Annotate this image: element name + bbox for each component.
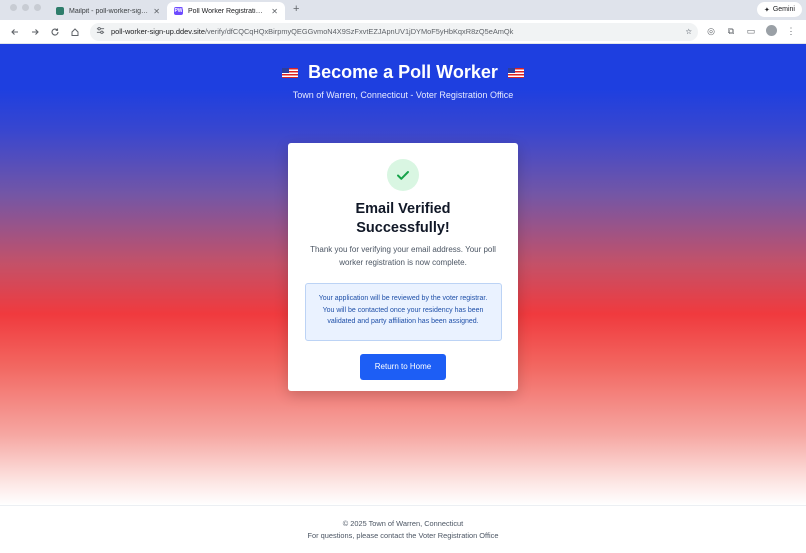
verification-card: Email Verified Successfully! Thank you f…	[288, 143, 518, 391]
url-host: poll-worker-sign-up.ddev.site	[111, 27, 205, 36]
return-home-button[interactable]: Return to Home	[360, 354, 446, 380]
reload-icon[interactable]	[46, 23, 64, 41]
page-title: Become a Poll Worker	[308, 62, 498, 82]
tab-title: Poll Worker Registration - Wa	[188, 7, 266, 15]
site-settings-icon[interactable]	[96, 26, 105, 37]
browser-tab-strip: Mailpit - poll-worker-sign-up ✕ PW Poll …	[0, 0, 806, 20]
lens-icon[interactable]: ◎	[704, 26, 718, 37]
card-title: Email Verified Successfully!	[355, 201, 451, 236]
footer-copyright: © 2025 Town of Warren, Connecticut	[342, 519, 464, 528]
page-footer: © 2025 Town of Warren, Connecticut For q…	[0, 505, 806, 553]
page-content: Become a Poll Worker Town of Warren, Con…	[0, 44, 806, 553]
bookmark-star-icon[interactable]: ☆	[685, 27, 692, 36]
review-info-box: Your application will be reviewed by the…	[304, 283, 502, 341]
profile-avatar[interactable]	[764, 25, 778, 38]
address-bar[interactable]: poll-worker-sign-up.ddev.site/verify/dfC…	[90, 22, 698, 41]
footer-contact: For questions, please contact the Voter …	[307, 531, 499, 540]
success-checkmark-icon	[387, 159, 419, 191]
browser-toolbar: poll-worker-sign-up.ddev.site/verify/dfC…	[0, 20, 806, 44]
hero-heading: Become a Poll Worker	[0, 62, 806, 83]
url-path: /verify/dfCQCqHQxBirpmyQEGGvmoN4X9SzFxvt…	[204, 27, 514, 36]
forward-icon[interactable]	[26, 23, 44, 41]
tab-mailpit[interactable]: Mailpit - poll-worker-sign-up ✕	[49, 2, 167, 20]
side-panel-icon[interactable]: ▭	[744, 26, 758, 37]
close-tab-icon[interactable]: ✕	[153, 7, 160, 16]
us-flag-icon	[282, 67, 299, 78]
minimize-window-icon[interactable]	[22, 3, 29, 11]
close-window-icon[interactable]	[10, 3, 17, 11]
card-message: Thank you for verifying your email addre…	[310, 245, 496, 267]
more-menu-icon[interactable]: ⋮	[784, 26, 798, 37]
page-subtitle: Town of Warren, Connecticut - Voter Regi…	[292, 90, 514, 100]
back-icon[interactable]	[6, 23, 24, 41]
gemini-button[interactable]: ✦ Gemini	[756, 2, 802, 17]
sparkle-icon: ✦	[763, 6, 770, 14]
url-text[interactable]: poll-worker-sign-up.ddev.site/verify/dfC…	[111, 27, 679, 36]
maximize-window-icon[interactable]	[34, 3, 41, 11]
us-flag-icon	[507, 67, 524, 78]
tab-poll-worker-registration[interactable]: PW Poll Worker Registration - Wa ✕	[167, 2, 285, 20]
extensions-icon[interactable]: ⧉	[724, 26, 738, 37]
close-tab-icon[interactable]: ✕	[271, 7, 278, 16]
site-favicon-icon: PW	[174, 7, 183, 15]
new-tab-button[interactable]: +	[285, 3, 307, 18]
gemini-label: Gemini	[772, 6, 795, 13]
home-icon[interactable]	[66, 23, 84, 41]
tab-title: Mailpit - poll-worker-sign-up	[69, 7, 149, 15]
mailpit-favicon-icon	[56, 7, 64, 15]
window-controls[interactable]	[0, 3, 49, 17]
